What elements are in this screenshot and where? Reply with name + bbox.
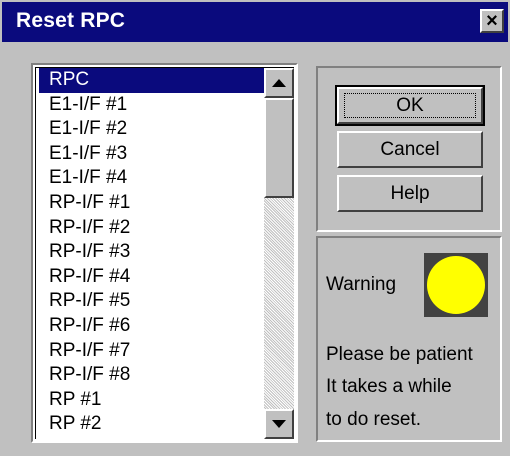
list-item-rp-if-1[interactable]: RP-I/F #1 — [36, 191, 264, 216]
close-button[interactable]: × — [480, 9, 504, 33]
cancel-button[interactable]: Cancel — [337, 131, 483, 168]
ok-button[interactable]: OK — [335, 85, 485, 126]
indicator-frame — [424, 253, 488, 317]
status-message-line-1: Please be patient — [326, 344, 473, 365]
list-item-e1-if-1[interactable]: E1-I/F #1 — [36, 93, 264, 118]
scroll-down-arrow-icon — [272, 420, 286, 428]
list-item-rp-2[interactable]: RP #2 — [36, 412, 264, 437]
scroll-down-button[interactable] — [264, 409, 294, 439]
listbox-inner: RPC E1-I/F #1 E1-I/F #2 E1-I/F #3 E1-I/F… — [35, 67, 294, 439]
list-item-rp-if-8[interactable]: RP-I/F #8 — [36, 363, 264, 388]
status-message-line-3: to do reset. — [326, 409, 422, 430]
list-item-rp-if-2[interactable]: RP-I/F #2 — [36, 216, 264, 241]
list-item-rpc[interactable]: RPC — [39, 68, 264, 93]
warning-label: Warning — [326, 274, 397, 295]
list-item-e1-if-2[interactable]: E1-I/F #2 — [36, 117, 264, 142]
scrollbar-thumb[interactable] — [264, 98, 294, 198]
focus-rectangle — [344, 93, 476, 118]
title-bar: Reset RPC × — [2, 2, 508, 42]
window-title: Reset RPC — [16, 9, 126, 32]
scroll-up-button[interactable] — [264, 68, 294, 98]
status-message-line-2: It takes a while — [326, 376, 452, 397]
list-item-rp-if-3[interactable]: RP-I/F #3 — [36, 240, 264, 265]
vertical-scrollbar[interactable] — [264, 68, 294, 439]
reset-rpc-dialog: Reset RPC × RPC E1-I/F #1 E1-I/F #2 E1-I… — [0, 0, 510, 456]
list-item-e1-if-3[interactable]: E1-I/F #3 — [36, 142, 264, 167]
device-listbox[interactable]: RPC E1-I/F #1 E1-I/F #2 E1-I/F #3 E1-I/F… — [31, 63, 298, 443]
list-item-e1-if-4[interactable]: E1-I/F #4 — [36, 166, 264, 191]
list-item-rp-if-4[interactable]: RP-I/F #4 — [36, 265, 264, 290]
cancel-button-label: Cancel — [380, 138, 440, 160]
close-icon: × — [486, 10, 498, 32]
list-items: RPC E1-I/F #1 E1-I/F #2 E1-I/F #3 E1-I/F… — [36, 68, 264, 437]
warning-indicator-icon — [427, 256, 485, 314]
list-item-rp-if-7[interactable]: RP-I/F #7 — [36, 339, 264, 364]
list-item-rp-if-6[interactable]: RP-I/F #6 — [36, 314, 264, 339]
help-button-label: Help — [390, 182, 430, 204]
list-item-rp-1[interactable]: RP #1 — [36, 388, 264, 413]
scroll-up-arrow-icon — [272, 79, 286, 87]
list-item-rp-if-5[interactable]: RP-I/F #5 — [36, 289, 264, 314]
help-button[interactable]: Help — [337, 175, 483, 212]
button-panel: OK Cancel Help — [316, 66, 502, 232]
status-panel: Warning Please be patient It takes a whi… — [316, 236, 502, 442]
